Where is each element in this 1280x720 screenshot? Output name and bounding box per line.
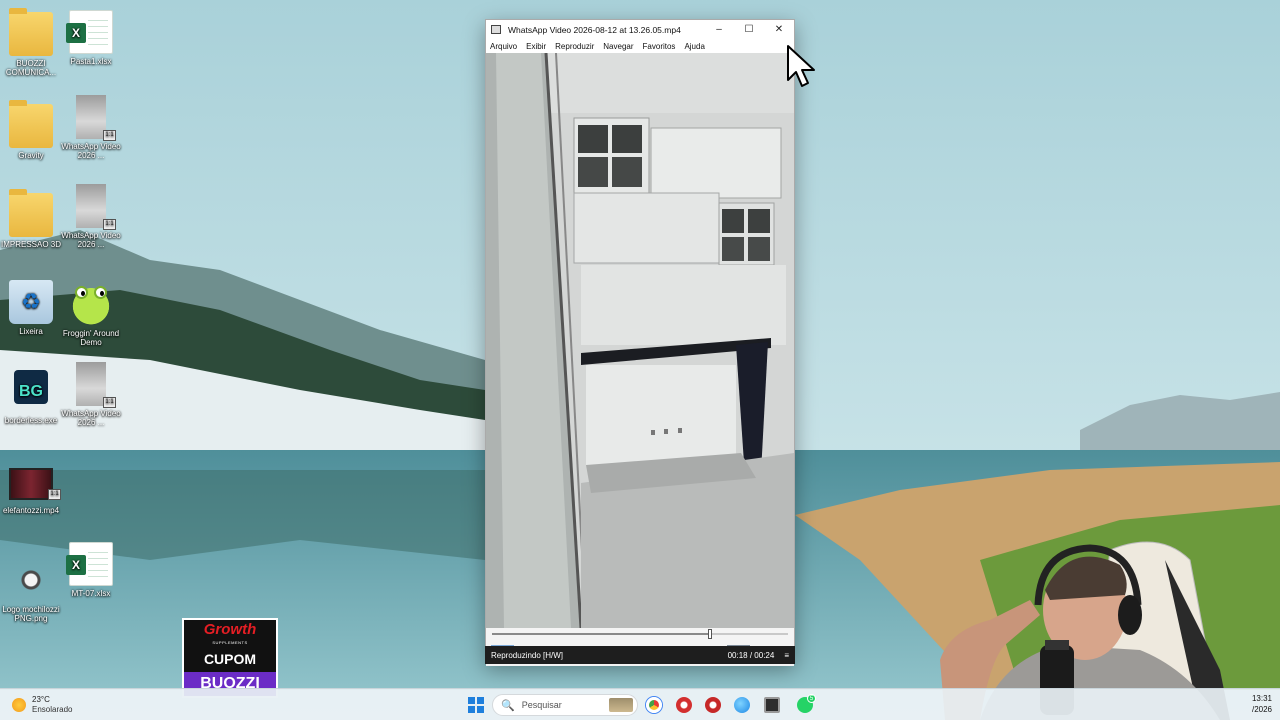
menu-reproduzir[interactable]: Reproduzir (555, 42, 594, 51)
desktop-icon-whatsapp-video-3[interactable]: 1:1 WhatsApp Video 2026 ... (60, 362, 122, 427)
edge-like-icon[interactable] (734, 697, 750, 713)
excel-file-icon: X (66, 10, 113, 54)
desktop-icon-whatsapp-video-2[interactable]: 1:1 WhatsApp Video 2026 ... (60, 184, 122, 249)
menu-favoritos[interactable]: Favoritos (643, 42, 676, 51)
search-icon: 🔍 (501, 699, 515, 712)
media-player-window[interactable]: WhatsApp Video 2026-08-12 at 13.26.05.mp… (485, 19, 795, 666)
player-status-bar: Reproduzindo [H/W] 00:18 / 00:24 ≡ (485, 646, 795, 664)
minimize-button[interactable]: – (704, 24, 734, 35)
seek-bar[interactable] (486, 628, 794, 642)
playlist-menu-icon[interactable]: ≡ (784, 651, 789, 660)
menu-navegar[interactable]: Navegar (603, 42, 633, 51)
desktop-icon-buozzi-folder[interactable]: BUOZZI COMUNICA... (0, 8, 62, 77)
search-highlight-image (609, 698, 633, 712)
close-button[interactable]: ✕ (764, 24, 794, 35)
desktop-icon-label: IMPRESSAO 3D (0, 240, 61, 249)
opera-icon[interactable] (676, 697, 692, 713)
menu-arquivo[interactable]: Arquivo (490, 42, 517, 51)
taskbar-search[interactable]: 🔍 Pesquisar (492, 694, 638, 716)
desktop-icon-label: WhatsApp Video 2026 ... (61, 142, 121, 160)
desktop-icon-label: Lixeira (19, 327, 43, 336)
player-menubar: Arquivo Exibir Reproduzir Navegar Favori… (486, 39, 794, 53)
video-file-icon: 1:1 (76, 184, 116, 230)
folder-icon (9, 189, 53, 237)
desktop-icon-froggin-around[interactable]: Froggin' Around Demo (60, 282, 122, 347)
recycle-bin-icon: ♻ (9, 280, 53, 324)
desktop-icon-mt07-xlsx[interactable]: X MT-07.xlsx (60, 542, 122, 598)
desktop-icon-label: BUOZZI COMUNICA... (5, 59, 57, 77)
desktop-icon-label: WhatsApp Video 2026 ... (61, 409, 121, 427)
excel-file-icon: X (66, 542, 113, 586)
desktop-icon-whatsapp-video-1[interactable]: 1:1 WhatsApp Video 2026 ... (60, 95, 122, 160)
sun-icon (12, 698, 26, 712)
desktop-icon-logo-mochilozzi[interactable]: Logo mochilozzi PNG.png (0, 558, 62, 623)
mouse-cursor-icon (787, 45, 815, 87)
desktop-icon-recycle-bin[interactable]: ♻ Lixeira (0, 280, 62, 336)
video-frame[interactable] (486, 53, 794, 628)
weather-widget[interactable]: 23°C Ensolarado (12, 695, 72, 715)
folder-icon (9, 100, 53, 148)
video-file-icon: 1:1 (76, 362, 116, 408)
desktop-icon-label: elefantozzi.mp4 (2, 506, 60, 515)
maximize-button[interactable]: ☐ (734, 24, 764, 35)
desktop-icon-impressao-folder[interactable]: IMPRESSAO 3D (0, 189, 62, 249)
desktop-icon-elefantozzi-mp4[interactable]: 1:1 elefantozzi.mp4 (0, 468, 62, 515)
window-title: WhatsApp Video 2026-08-12 at 13.26.05.mp… (508, 24, 681, 35)
playback-status: Reproduzindo [H/W] (491, 650, 564, 660)
media-player-icon[interactable] (764, 697, 780, 713)
desktop-icon-label: Pasta1.xlsx (70, 57, 112, 66)
desktop-icon-pasta1-xlsx[interactable]: X Pasta1.xlsx (60, 10, 122, 66)
promo-brand: Growth (184, 620, 276, 640)
desktop-icon-label: borderless.exe (4, 416, 58, 425)
clock-date: /2026 (1251, 705, 1272, 714)
desktop-icon-gravity-folder[interactable]: Gravity (0, 100, 62, 160)
seek-track[interactable] (492, 629, 788, 639)
seek-thumb[interactable] (707, 629, 712, 639)
taskbar: 23°C Ensolarado 🔍 Pesquisar 5 13:31 /202… (0, 688, 1280, 720)
seek-progress-fill (492, 633, 710, 635)
clock-time: 13:31 (1251, 694, 1272, 703)
desktop-icon-label: Logo mochilozzi PNG.png (2, 605, 60, 623)
chrome-icon[interactable] (646, 697, 662, 713)
menu-exibir[interactable]: Exibir (526, 42, 546, 51)
folder-icon (9, 8, 53, 56)
desktop-icon-label: MT-07.xlsx (71, 589, 111, 598)
frog-game-icon (69, 282, 113, 326)
desktop-icon-label: WhatsApp Video 2026 ... (61, 231, 121, 249)
player-titlebar[interactable]: WhatsApp Video 2026-08-12 at 13.26.05.mp… (486, 20, 794, 39)
player-app-icon (491, 25, 501, 34)
desktop-icon-label: Froggin' Around Demo (62, 329, 120, 347)
search-placeholder: Pesquisar (521, 700, 562, 710)
promo-coupon-badge: Growth SUPPLEMENTS CUPOM BUOZZI (184, 620, 276, 696)
playback-time: 00:18 / 00:24 (727, 650, 775, 660)
desktop-icon-borderless-exe[interactable]: BG borderless.exe (0, 370, 62, 425)
promo-cupom-label: CUPOM (184, 646, 276, 672)
bg-app-icon: BG (14, 370, 48, 404)
desktop-icon-label: Gravity (18, 151, 44, 160)
weather-temperature: 23°C (32, 695, 50, 704)
whatsapp-badge: 5 (807, 694, 816, 703)
mp4-file-icon: 1:1 (9, 468, 61, 500)
opera-icon[interactable] (705, 697, 721, 713)
weather-condition: Ensolarado (32, 705, 73, 714)
video-file-icon: 1:1 (76, 95, 116, 141)
menu-ajuda[interactable]: Ajuda (684, 42, 704, 51)
start-button[interactable] (468, 697, 484, 713)
png-file-icon (9, 558, 53, 602)
system-clock[interactable]: 13:31 /2026 (1252, 693, 1272, 715)
